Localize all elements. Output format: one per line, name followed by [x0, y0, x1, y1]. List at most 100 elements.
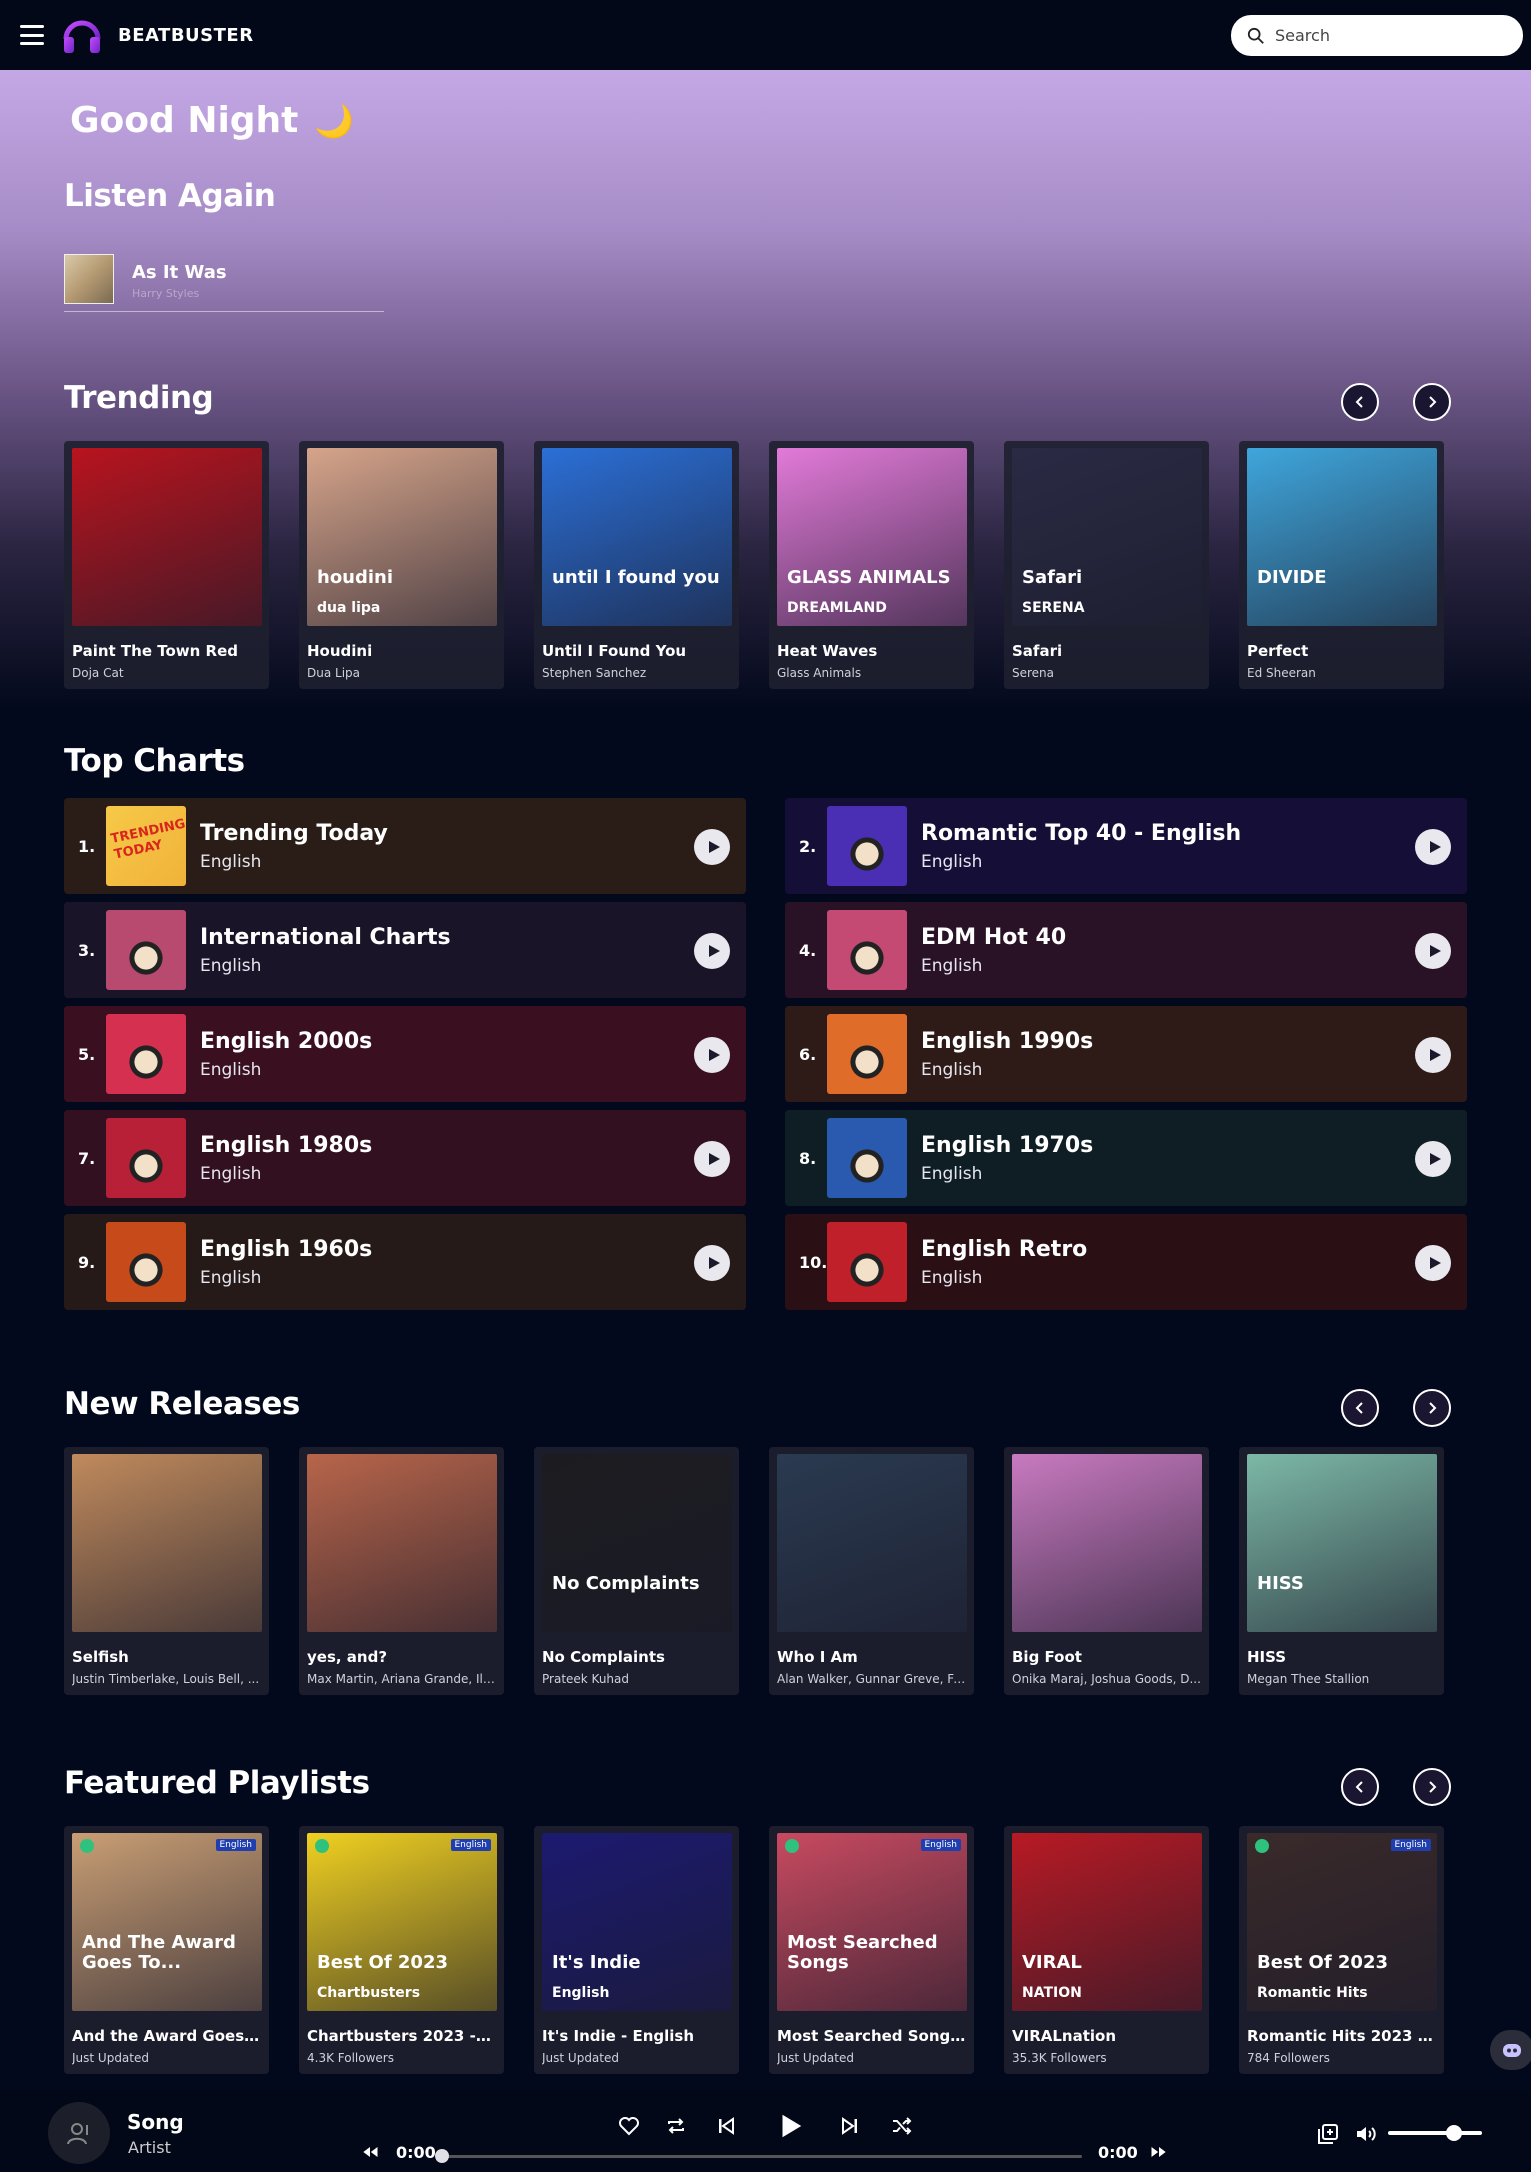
chart-play-button[interactable] [694, 933, 730, 969]
release-card[interactable]: Selfish Justin Timberlake, Louis Bell, ..… [64, 1447, 269, 1695]
chart-play-button[interactable] [1415, 1141, 1451, 1177]
playlists-prev-button[interactable] [1341, 1768, 1379, 1806]
top-navbar: BEATBUSTER [0, 0, 1531, 70]
verified-dot-icon [315, 1839, 329, 1853]
listen-again-title: Listen Again [64, 178, 276, 214]
fast-forward-button[interactable] [1148, 2141, 1170, 2163]
release-title: yes, and? [307, 1648, 388, 1666]
listen-again-item[interactable]: As It Was Harry Styles [64, 254, 384, 312]
cover-text: GLASS ANIMALS [787, 567, 951, 588]
chart-rank: 5. [78, 1044, 96, 1064]
chart-item[interactable]: 2. Romantic Top 40 - English English [785, 798, 1467, 894]
chart-play-button[interactable] [1415, 933, 1451, 969]
release-subtitle: Max Martin, Ariana Grande, Ily... [307, 1672, 496, 1686]
new-releases-next-button[interactable] [1413, 1389, 1451, 1427]
chart-play-button[interactable] [1415, 1037, 1451, 1073]
playlist-subtitle: Just Updated [542, 2051, 619, 2065]
search-input[interactable] [1275, 26, 1495, 45]
chart-play-button[interactable] [1415, 1245, 1451, 1281]
heart-icon [619, 2117, 639, 2136]
brand-name[interactable]: BEATBUSTER [118, 25, 254, 46]
chart-rank: 4. [799, 940, 817, 960]
new-releases-title: New Releases [64, 1386, 300, 1422]
progress-knob[interactable] [435, 2149, 449, 2163]
chart-item[interactable]: 1. TRENDING TODAY Trending Today English [64, 798, 746, 894]
trending-next-button[interactable] [1413, 383, 1451, 421]
fast-forward-icon [1151, 2147, 1166, 2157]
volume-knob[interactable] [1445, 2125, 1462, 2141]
playlist-title: VIRALnation [1012, 2027, 1117, 2045]
trending-card[interactable]: until I found you Until I Found You Stephe… [534, 441, 739, 689]
playlist-card[interactable]: VIRAL NATION VIRALnation 35.3K Followers [1004, 1826, 1209, 2074]
cover-subtext: Romantic Hits [1257, 1985, 1368, 2001]
chart-item[interactable]: 5. English 2000s English [64, 1006, 746, 1102]
chart-item[interactable]: 6. English 1990s English [785, 1006, 1467, 1102]
chart-play-button[interactable] [1415, 829, 1451, 865]
chart-language: English [921, 955, 983, 976]
chart-cover-art [106, 910, 186, 990]
shuffle-button[interactable] [888, 2112, 916, 2140]
chart-title: English 1970s [921, 1132, 1094, 1158]
new-releases-prev-button[interactable] [1341, 1389, 1379, 1427]
cover-art: English Best Of 2023 Chartbusters [307, 1833, 497, 2011]
release-card[interactable]: No Complaints No Complaints Prateek Kuhad [534, 1447, 739, 1695]
chart-item[interactable]: 7. English 1980s English [64, 1110, 746, 1206]
release-card[interactable]: Big Foot Onika Maraj, Joshua Goods, D... [1004, 1447, 1209, 1695]
trending-prev-button[interactable] [1341, 383, 1379, 421]
chart-play-button[interactable] [694, 829, 730, 865]
chart-play-button[interactable] [694, 1141, 730, 1177]
chart-item[interactable]: 3. International Charts English [64, 902, 746, 998]
chart-play-button[interactable] [694, 1037, 730, 1073]
verified-dot-icon [785, 1839, 799, 1853]
trending-card[interactable]: GLASS ANIMALS DREAMLAND Heat Waves Glass An… [769, 441, 974, 689]
trending-card[interactable]: DIVIDE Perfect Ed Sheeran [1239, 441, 1444, 689]
search-bar[interactable] [1231, 15, 1523, 56]
chart-rank: 6. [799, 1044, 817, 1064]
trending-row: Paint The Town Red Doja Cat houdini dua lip… [64, 441, 1444, 689]
playlists-next-button[interactable] [1413, 1768, 1451, 1806]
chart-item[interactable]: 10. English Retro English [785, 1214, 1467, 1310]
cover-subtext: SERENA [1022, 600, 1085, 616]
next-track-button[interactable] [836, 2112, 864, 2140]
play-icon [782, 2114, 802, 2138]
progress-track[interactable] [441, 2155, 1082, 2158]
playlist-card[interactable]: English Best Of 2023 Romantic Hits Romantic… [1239, 1826, 1444, 2074]
playlist-card[interactable]: It's Indie English It's Indie - English Jus… [534, 1826, 739, 2074]
chevron-right-icon [1429, 1402, 1437, 1414]
release-card[interactable]: yes, and? Max Martin, Ariana Grande, Ily.… [299, 1447, 504, 1695]
chart-item[interactable]: 4. EDM Hot 40 English [785, 902, 1467, 998]
menu-icon[interactable] [20, 25, 44, 45]
chart-item[interactable]: 8. English 1970s English [785, 1110, 1467, 1206]
chatbot-button[interactable] [1490, 2030, 1531, 2070]
trending-subtitle: Doja Cat [72, 666, 124, 680]
play-pause-button[interactable] [772, 2108, 808, 2144]
trending-card[interactable]: houdini dua lipa Houdini Dua Lipa [299, 441, 504, 689]
volume-button[interactable] [1352, 2120, 1380, 2148]
playlist-card[interactable]: English Best Of 2023 Chartbusters Chartbust… [299, 1826, 504, 2074]
playlist-card[interactable]: English And The Award Goes To... And the A… [64, 1826, 269, 2074]
volume-slider[interactable] [1388, 2131, 1482, 2135]
cover-art: until I found you [542, 448, 732, 626]
trending-card[interactable]: Safari SERENA Safari Serena [1004, 441, 1209, 689]
release-card[interactable]: Who I Am Alan Walker, Gunnar Greve, Fr... [769, 1447, 974, 1695]
like-button[interactable] [615, 2112, 643, 2140]
release-card[interactable]: HISS HISS Megan Thee Stallion [1239, 1447, 1444, 1695]
play-icon [1429, 945, 1441, 957]
chart-cover-art [106, 1118, 186, 1198]
chart-play-button[interactable] [694, 1245, 730, 1281]
play-icon [708, 1257, 720, 1269]
cover-art: It's Indie English [542, 1833, 732, 2011]
now-playing-song: Song [127, 2110, 184, 2134]
queue-button[interactable] [1314, 2120, 1342, 2148]
playlist-card[interactable]: English Most Searched Songs Most Searched … [769, 1826, 974, 2074]
chevron-left-icon [1355, 1402, 1363, 1414]
cover-art: English Best Of 2023 Romantic Hits [1247, 1833, 1437, 2011]
chart-item[interactable]: 9. English 1960s English [64, 1214, 746, 1310]
cover-text: And The Award Goes To... [82, 1932, 236, 1973]
repeat-button[interactable] [662, 2112, 690, 2140]
chart-cover-art [827, 910, 907, 990]
rewind-button[interactable] [359, 2141, 381, 2163]
trending-card[interactable]: Paint The Town Red Doja Cat [64, 441, 269, 689]
headphones-logo-icon[interactable] [60, 13, 104, 57]
previous-track-button[interactable] [712, 2112, 740, 2140]
